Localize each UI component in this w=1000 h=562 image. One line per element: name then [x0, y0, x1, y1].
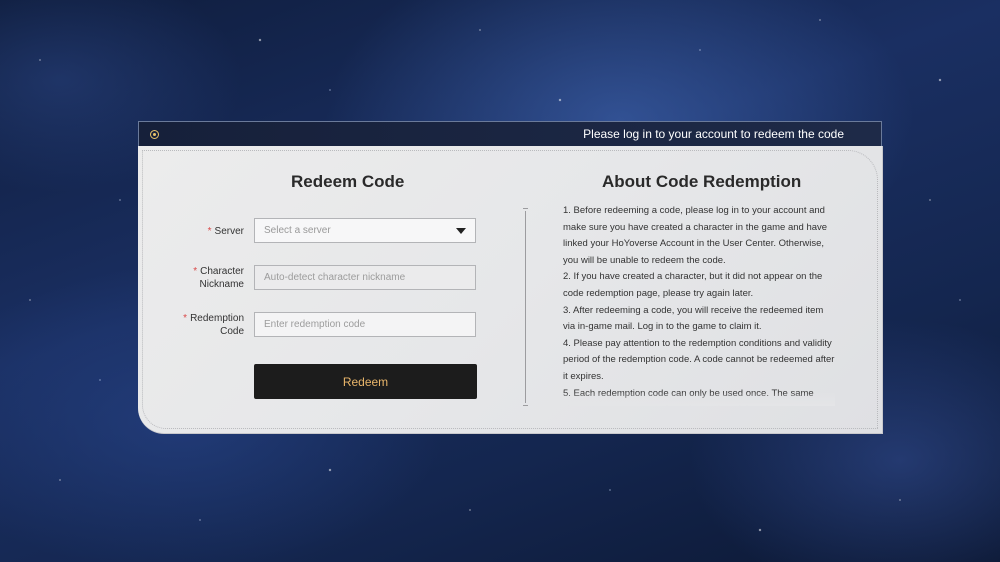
- server-label: * Server: [207, 226, 244, 237]
- server-select[interactable]: Select a server: [254, 218, 476, 243]
- redemption-code-label: * Redemption Code: [183, 313, 244, 337]
- login-prompt-link[interactable]: Please log in to your account to redeem …: [583, 127, 844, 141]
- vertical-divider: [525, 211, 526, 403]
- nickname-field[interactable]: [254, 265, 476, 290]
- top-bar: Please log in to your account to redeem …: [138, 121, 882, 147]
- redeem-button[interactable]: Redeem: [254, 364, 477, 399]
- nickname-label: * Character Nickname: [193, 266, 244, 290]
- about-item: 2. If you have created a character, but …: [563, 271, 823, 299]
- about-title: About Code Redemption: [602, 172, 802, 191]
- panel-body: Redeem Code * Server Select a server * Cha…: [138, 146, 883, 434]
- redemption-code-field[interactable]: [254, 312, 476, 337]
- redeem-panel: Please log in to your account to redeem …: [138, 121, 883, 434]
- divider-cap: [523, 208, 528, 209]
- about-item: 3. After redeeming a code, you will rece…: [563, 304, 824, 333]
- game-logo-icon: [150, 129, 159, 139]
- about-text-scroll[interactable]: 1. Before redeeming a code, please log i…: [563, 203, 835, 406]
- required-mark: *: [193, 266, 198, 277]
- divider-cap: [523, 405, 528, 406]
- redeem-code-title: Redeem Code: [291, 172, 405, 191]
- about-item: 4. Please pay attention to the redemptio…: [563, 337, 835, 382]
- chevron-down-icon: [456, 227, 466, 234]
- about-item: 1. Before redeeming a code, please log i…: [563, 205, 828, 266]
- scroll-fade: [563, 392, 835, 406]
- required-mark: *: [207, 226, 212, 237]
- server-select-value: Select a server: [264, 225, 331, 236]
- required-mark: *: [183, 313, 188, 324]
